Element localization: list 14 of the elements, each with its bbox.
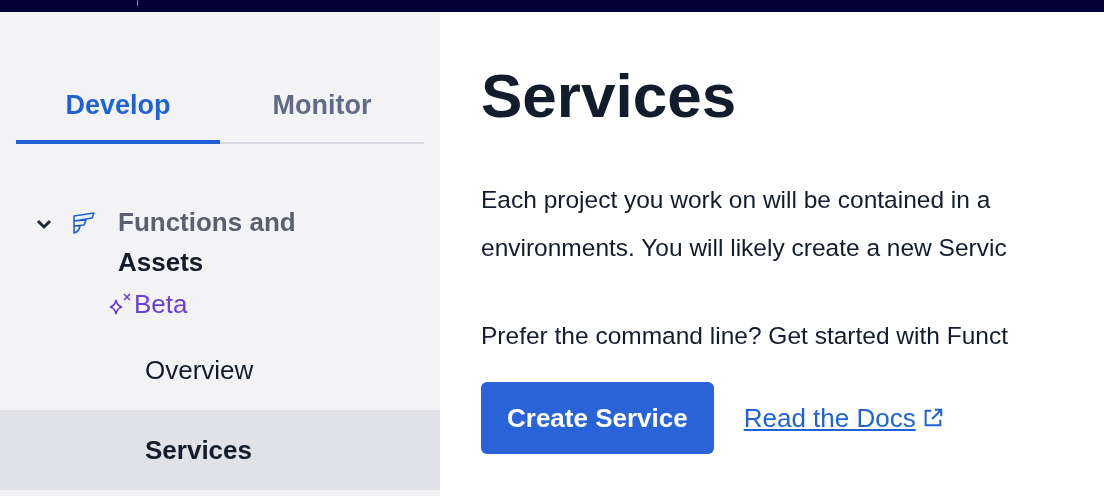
tab[interactable]: Develop bbox=[16, 70, 220, 144]
group-title[interactable]: Functions and bbox=[118, 202, 296, 242]
body-text: Prefer the command line? Get started with Funct bbox=[481, 321, 1009, 351]
body-text: Each project you work on will be contained in a bbox=[481, 185, 992, 215]
tab[interactable]: Monitor bbox=[220, 70, 424, 144]
page-title: Services bbox=[481, 60, 738, 132]
group-title[interactable]: Assets bbox=[118, 242, 296, 282]
functions-icon bbox=[72, 212, 96, 236]
body-text: environments. You will likely create a new Servic bbox=[481, 233, 1008, 263]
sidebar-item[interactable]: Services bbox=[0, 410, 440, 490]
create-service-button[interactable]: Create Service bbox=[481, 382, 714, 454]
beta-label: Beta bbox=[134, 287, 188, 321]
sidebar-item[interactable]: Overview bbox=[0, 330, 440, 410]
docs-link[interactable]: Read the Docs bbox=[743, 398, 944, 438]
